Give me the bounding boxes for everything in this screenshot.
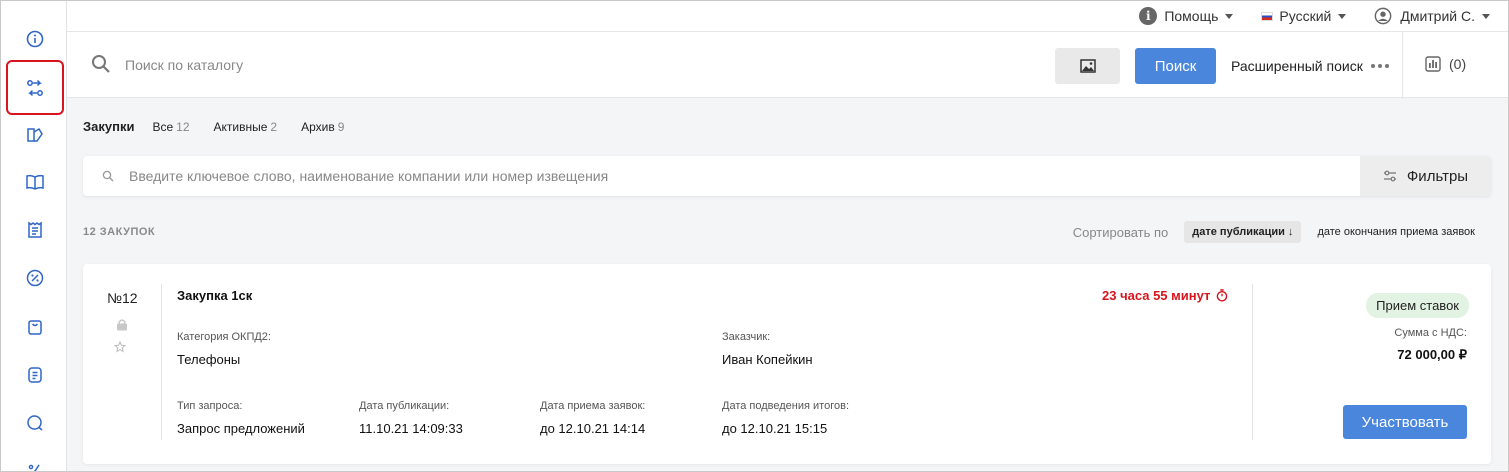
search-icon (92, 55, 110, 73)
stopwatch-icon (1217, 289, 1228, 302)
document-icon (28, 367, 42, 383)
sidebar-item-catalog[interactable] (13, 113, 57, 157)
sidebar-item-chat[interactable] (13, 401, 57, 445)
app-window: i Помощь Русский Дмитрий С. Поиск Расшир… (0, 0, 1509, 472)
more-dots-icon (1370, 64, 1389, 68)
help-label: Помощь (1164, 8, 1219, 24)
sidebar-item-percent[interactable] (13, 449, 57, 471)
customer-value: Иван Копейкин (722, 352, 813, 367)
request-type-value: Запрос предложений (177, 421, 305, 436)
bag-icon (28, 320, 42, 335)
chevron-down-icon (1338, 13, 1347, 19)
tab-count: 12 (176, 120, 190, 134)
info-icon (26, 30, 44, 48)
compare-button[interactable]: (0) (1425, 56, 1466, 72)
search-icon (102, 170, 114, 182)
sidebar-item-info[interactable] (13, 17, 57, 61)
lock-icon (117, 319, 127, 331)
tab-count: 9 (337, 120, 345, 134)
sum-value: 72 000,00 ₽ (1397, 347, 1467, 362)
procurement-search-input[interactable] (129, 165, 1329, 187)
divider (1402, 32, 1403, 99)
category-label: Категория ОКПД2: (177, 331, 271, 343)
tab-label: Активные (213, 120, 268, 134)
image-icon (1079, 59, 1096, 73)
customer-label: Заказчик: (722, 331, 771, 343)
invoice-icon (28, 221, 42, 238)
results-count: 12 ЗАКУПОК (83, 226, 156, 238)
status-badge: Прием ставок (1366, 293, 1469, 318)
catalog-icon (27, 127, 43, 142)
page-title: Закупки (83, 119, 135, 134)
sidebar-item-book[interactable] (13, 160, 57, 204)
request-type-label: Тип запроса: (177, 400, 243, 412)
sidebar-item-invoice[interactable] (13, 208, 57, 252)
tab-label: Все (152, 120, 174, 134)
sort-label: Сортировать по (1072, 224, 1169, 240)
participate-button[interactable]: Участвовать (1343, 405, 1467, 439)
sort-by-publication-date[interactable]: дате публикации ↓ (1184, 221, 1302, 243)
topbar: i Помощь Русский Дмитрий С. (67, 1, 1508, 31)
divider (1252, 284, 1253, 440)
tab-active[interactable]: Активные 2 (214, 120, 278, 134)
discount-icon (26, 269, 44, 287)
compare-count: (0) (1449, 56, 1467, 72)
tab-all[interactable]: Все 12 (152, 120, 189, 134)
language-label: Русский (1279, 8, 1332, 24)
procurement-card: №12 Закупка 1ск 23 часа 55 минут Категор… (83, 264, 1491, 464)
time-remaining: 23 часа 55 минут (1102, 288, 1228, 303)
sidebar-item-document[interactable] (13, 353, 57, 397)
user-label: Дмитрий С. (1400, 8, 1475, 24)
time-remaining-label: 23 часа 55 минут (1102, 288, 1211, 303)
book-icon (26, 174, 44, 190)
procurement-number: №12 (107, 290, 138, 306)
chevron-down-icon (1482, 13, 1490, 19)
user-icon (1374, 7, 1392, 25)
procurement-icon (27, 79, 43, 96)
accept-date-label: Дата приема заявок: (540, 400, 646, 412)
compare-chart-icon (1425, 56, 1441, 72)
tab-count: 2 (270, 120, 278, 134)
category-value: Телефоны (177, 352, 241, 367)
sliders-icon (1383, 170, 1396, 182)
sort-controls: Сортировать по дате публикации ↓ дате ок… (1073, 221, 1491, 243)
help-icon: i (1139, 7, 1158, 25)
sidebar-item-procurement[interactable] (6, 60, 64, 115)
results-date-value: до 12.10.21 15:15 (722, 421, 828, 436)
publication-date-label: Дата публикации: (359, 400, 450, 412)
advanced-search-label: Расширенный поиск (1231, 58, 1363, 74)
sort-by-deadline[interactable]: дате окончания приема заявок (1317, 226, 1475, 238)
filters-label: Фильтры (1406, 167, 1469, 185)
tab-label: Архив (301, 120, 335, 134)
image-search-button[interactable] (1055, 48, 1120, 84)
percent-icon (28, 464, 40, 471)
procurement-tabs: Закупки Все 12 Активные 2 Архив 9 (83, 119, 368, 134)
search-button[interactable]: Поиск (1135, 48, 1216, 84)
sidebar (1, 1, 67, 471)
advanced-search-link[interactable]: Расширенный поиск (1231, 58, 1389, 74)
help-menu[interactable]: i Помощь (1139, 7, 1234, 25)
sidebar-item-bag[interactable] (13, 305, 57, 349)
divider (161, 284, 162, 440)
sum-label: Сумма с НДС: (1394, 327, 1467, 339)
procurement-filter-bar: Фильтры (83, 156, 1491, 196)
accept-date-value: до 12.10.21 14:14 (540, 421, 646, 436)
catalog-search-input[interactable] (125, 52, 925, 78)
tab-archive[interactable]: Архив 9 (301, 120, 344, 134)
chat-icon (27, 415, 43, 431)
filters-button[interactable]: Фильтры (1360, 156, 1491, 196)
catalog-search-bar: Поиск Расширенный поиск (0) (67, 31, 1508, 99)
results-date-label: Дата подведения итогов: (722, 400, 849, 412)
sidebar-item-discount[interactable] (13, 256, 57, 300)
russian-flag-icon (1261, 11, 1274, 21)
procurement-title[interactable]: Закупка 1ск (177, 288, 252, 303)
language-menu[interactable]: Русский (1261, 8, 1347, 24)
publication-date-value: 11.10.21 14:09:33 (359, 421, 463, 436)
card-meta: №12 (83, 264, 161, 464)
user-menu[interactable]: Дмитрий С. (1374, 7, 1490, 25)
chevron-down-icon (1225, 13, 1234, 19)
star-icon[interactable] (114, 341, 126, 353)
